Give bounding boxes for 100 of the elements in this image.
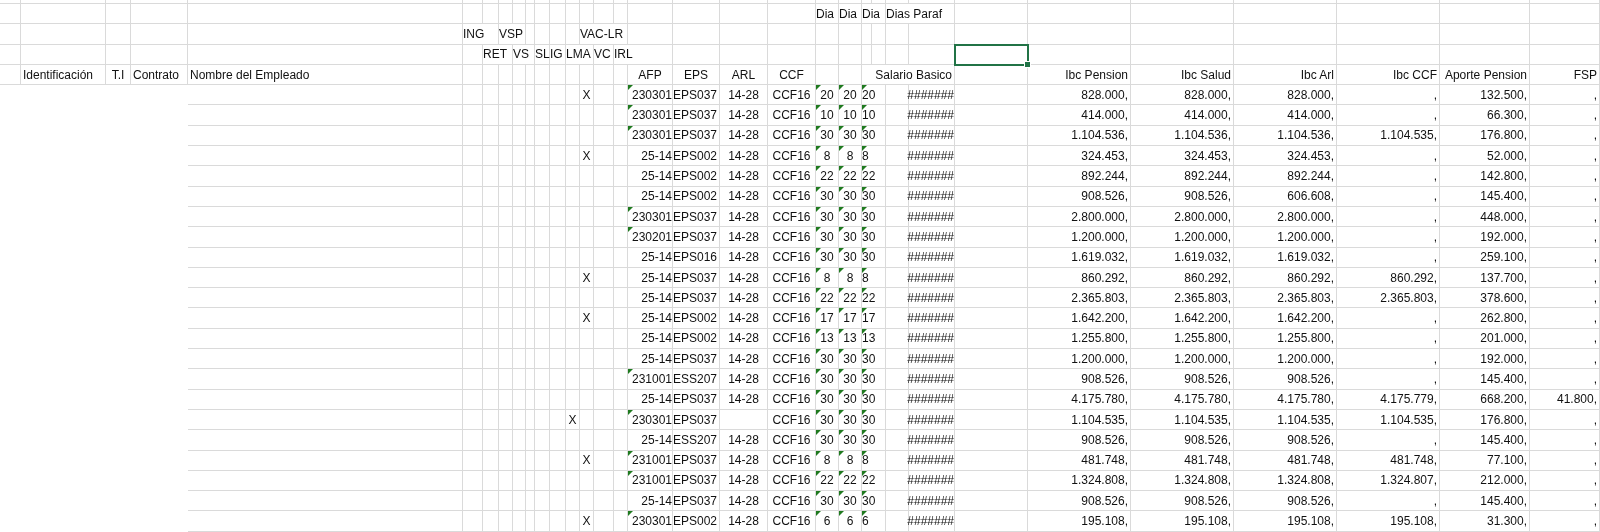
table-cell: 30 [839,247,861,267]
fill-handle[interactable] [1024,60,1031,68]
table-cell-text: 1.642.200, [1173,310,1232,328]
error-indicator-icon [816,430,821,436]
table-cell: 30 [816,247,838,267]
table-cell-text: 1.200.000, [1276,350,1335,368]
table-cell-text: 860.292, [1080,269,1129,287]
error-indicator-icon [862,267,867,273]
table-cell-text: CCF16 [771,431,812,449]
column-header: Ibc Arl [1299,66,1335,84]
table-cell: 8 [839,267,861,288]
table-cell-text: 1.255.800, [1070,330,1129,348]
table-cell-text: 52.000, [1485,147,1528,165]
table-cell-text: ####### [909,147,954,165]
table-cell-text: X [581,147,592,165]
table-cell-text: 1.255.800, [1276,330,1335,348]
column-header: VSP [499,24,525,44]
error-indicator-icon [816,491,821,497]
column-header: Contrato [132,66,181,84]
table-cell-text: 481.748, [1286,452,1335,470]
table-cell: 6 [839,511,861,531]
table-cell-text: ####### [909,168,954,185]
table-cell-text: 1.324.808, [1070,472,1129,490]
table-cell: 30 [816,206,838,227]
table-cell-text: 14-28 [727,350,760,368]
error-indicator-icon [816,369,821,375]
error-indicator-icon [816,288,821,294]
table-cell-text: ####### [909,391,954,409]
table-cell-text: 14-28 [727,431,760,449]
column-header: Dia [839,5,858,23]
table-cell-text: EPS016 [673,249,719,267]
table-cell-text: CCF16 [771,86,812,104]
table-cell-text: 1.642.200, [1276,310,1335,328]
table-cell: 30 [816,125,838,146]
error-indicator-icon [862,491,867,497]
error-indicator-icon [839,125,844,131]
table-cell-text: 606.608, [1286,188,1335,206]
table-cell: 30 [816,389,838,409]
table-cell: 30 [839,186,861,206]
table-cell-text: 1.200.000, [1173,350,1232,368]
table-cell-text: , [1432,431,1438,449]
table-cell-text: , [1432,188,1438,206]
table-cell-text: , [1592,289,1598,307]
error-indicator-icon [839,389,844,395]
table-cell-text: , [1592,350,1598,368]
table-cell: 8 [816,267,838,288]
error-indicator-icon [839,349,844,355]
error-indicator-icon [628,227,633,233]
table-cell: 30 [816,227,838,247]
column-header: EPS [683,66,709,84]
table-cell-text: ESS207 [673,371,719,388]
table-cell-text: 14-28 [727,452,760,470]
error-indicator-icon [839,206,844,212]
error-indicator-icon [862,166,867,172]
table-cell-text: CCF16 [771,371,812,388]
error-indicator-icon [816,125,821,131]
error-indicator-icon [628,125,633,131]
table-cell-text: 259.100, [1479,249,1528,267]
error-indicator-icon [816,166,821,172]
table-cell-text: 2.365.803, [1276,289,1335,307]
error-indicator-icon [862,349,867,355]
table-cell-text: 1.104.535, [1173,411,1232,429]
table-cell: 17 [839,308,861,328]
table-cell-text: , [1592,249,1598,267]
error-indicator-icon [816,328,821,334]
table-cell-text: EPS037 [673,472,719,490]
table-cell-text: ####### [909,330,954,348]
table-cell-text: ####### [909,350,954,368]
table-cell-text: 448.000, [1479,208,1528,226]
error-indicator-icon [816,85,821,91]
table-cell-text: , [1592,330,1598,348]
table-cell-text: ####### [909,371,954,388]
table-cell-text: ####### [909,452,954,470]
table-cell-text: 14-28 [727,127,760,145]
table-cell-text: 1.200.000, [1070,350,1129,368]
table-cell-text: 132.500, [1479,86,1528,104]
table-cell-text: 860.292, [1183,269,1232,287]
error-indicator-icon [862,247,867,253]
table-cell: 30 [839,206,861,227]
table-cell-text: EPS037 [673,208,719,226]
table-cell: 22 [816,166,838,186]
table-cell-text: ####### [909,431,954,449]
table-cell-text: , [1432,208,1438,226]
table-cell-text: 145.400, [1479,188,1528,206]
table-cell-text: 4.175.780, [1173,391,1232,409]
table-cell-text: 1.324.808, [1173,472,1232,490]
table-cell-text: , [1432,228,1438,246]
table-cell-text: , [1592,228,1598,246]
table-cell-text: , [1592,371,1598,388]
column-header: Nombre del Empleado [189,66,311,84]
column-header: Ibc Pension [1064,66,1129,84]
error-indicator-icon [816,186,821,192]
column-header: AFP [637,66,663,84]
error-indicator-icon [862,328,867,334]
table-cell-text: 481.748, [1389,452,1438,470]
table-cell-text: 828.000, [1183,86,1232,104]
table-cell-text: EPS002 [673,168,719,185]
table-cell-text: , [1432,86,1438,104]
table-cell-text: CCF16 [771,411,812,429]
error-indicator-icon [816,206,821,212]
